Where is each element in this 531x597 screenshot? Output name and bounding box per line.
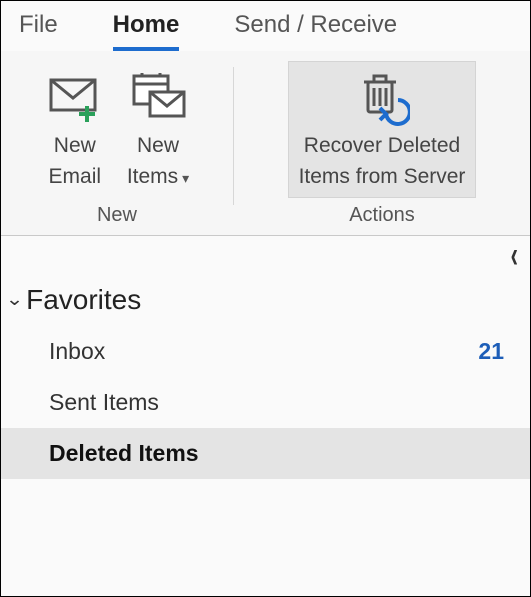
- new-email-label-1: New: [54, 132, 96, 159]
- nav-collapse: ‹: [1, 236, 530, 268]
- unread-count: 21: [478, 338, 504, 365]
- new-email-label-2: Email: [49, 163, 102, 190]
- chevron-down-icon: ▾: [182, 169, 189, 187]
- tab-file[interactable]: File: [19, 11, 58, 51]
- new-email-button[interactable]: New Email: [34, 61, 116, 198]
- tab-send-receive[interactable]: Send / Receive: [234, 11, 397, 51]
- ribbon-group-actions: Recover Deleted Items from Server Action…: [234, 51, 530, 235]
- chevron-down-icon: ⌄: [5, 289, 23, 310]
- new-items-label-2: Items▾: [127, 163, 189, 190]
- recover-label-1: Recover Deleted: [304, 132, 460, 159]
- recover-label-2: Items from Server: [299, 163, 466, 190]
- new-email-icon: [45, 68, 105, 128]
- ribbon-group-new: New Email New Items▾: [1, 51, 233, 235]
- new-items-label-1: New: [137, 132, 179, 159]
- new-items-icon: [128, 68, 188, 128]
- folder-label: Deleted Items: [49, 440, 199, 467]
- tab-home[interactable]: Home: [113, 11, 180, 51]
- favorites-section: ⌄ Favorites Inbox 21 Sent Items Deleted …: [1, 268, 530, 479]
- favorites-header[interactable]: ⌄ Favorites: [1, 278, 530, 326]
- new-items-button[interactable]: New Items▾: [116, 61, 200, 198]
- group-label-new: New: [97, 204, 137, 229]
- menu-bar: File Home Send / Receive: [1, 1, 530, 51]
- folder-deleted-items[interactable]: Deleted Items: [1, 428, 530, 479]
- group-label-actions: Actions: [349, 204, 415, 229]
- collapse-arrow-icon[interactable]: ‹: [511, 232, 518, 276]
- favorites-label: Favorites: [26, 284, 141, 316]
- folder-label: Sent Items: [49, 389, 159, 416]
- folder-label: Inbox: [49, 338, 105, 365]
- folder-sent-items[interactable]: Sent Items: [1, 377, 530, 428]
- favorites-list: Inbox 21 Sent Items Deleted Items: [1, 326, 530, 479]
- ribbon: New Email New Items▾: [1, 51, 530, 236]
- recover-deleted-icon: [352, 68, 412, 128]
- folder-inbox[interactable]: Inbox 21: [1, 326, 530, 377]
- recover-deleted-items-button[interactable]: Recover Deleted Items from Server: [288, 61, 477, 198]
